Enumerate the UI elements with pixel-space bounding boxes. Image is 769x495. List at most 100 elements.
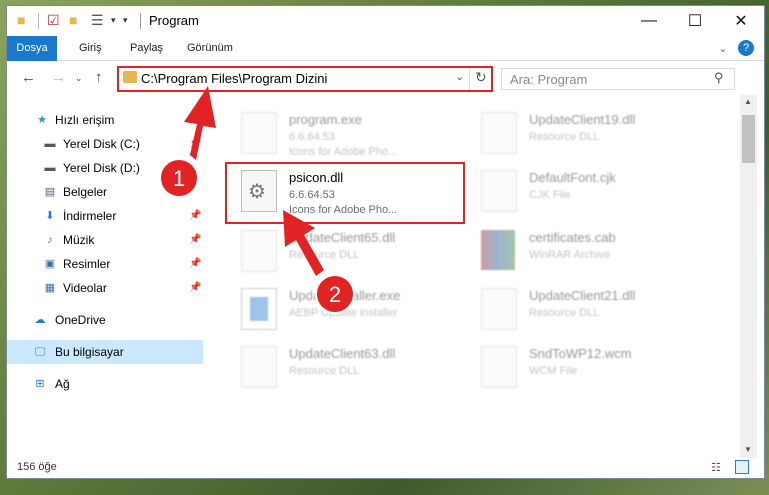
drive-icon: ▬ xyxy=(44,162,56,174)
file-item[interactable]: certificates.cab WinRAR Archive xyxy=(471,224,701,276)
sidebar-item-music[interactable]: ♪ Müzik 📌 xyxy=(7,228,203,252)
sidebar-item-quick-access[interactable]: ★ Hızlı erişim xyxy=(7,108,203,132)
file-name: DefaultFont.cjk xyxy=(529,170,616,185)
status-bar: 156 öğe ☷ xyxy=(7,458,764,478)
file-icon xyxy=(481,346,517,388)
pin-icon[interactable]: 📌 xyxy=(189,132,201,156)
highlight-box xyxy=(225,162,465,224)
new-folder-icon[interactable]: ■ xyxy=(69,12,77,28)
file-type: Resource DLL xyxy=(289,365,360,377)
scroll-up-icon[interactable]: ▲ xyxy=(744,97,752,106)
file-item[interactable]: SndToWP12.wcm WCM File xyxy=(471,340,701,392)
cloud-icon: ☁ xyxy=(34,314,46,326)
file-item[interactable]: UpdateClient63.dll Resource DLL xyxy=(231,340,461,392)
ribbon-tabs: Dosya Giriş Paylaş Görünüm ⌄ ? xyxy=(7,36,764,88)
dll-file-icon xyxy=(481,112,517,154)
file-name: UpdateClient19.dll xyxy=(529,112,636,127)
sidebar-item-label: Videolar xyxy=(63,281,107,295)
folder-icon xyxy=(123,71,137,83)
address-path: C:\Program Files\Program Dizini xyxy=(141,71,328,86)
music-icon: ♪ xyxy=(47,234,53,246)
sidebar-item-label: Ağ xyxy=(55,377,70,391)
file-item[interactable]: UpdateClient65.dll Resource DLL xyxy=(231,224,461,276)
expand-ribbon-icon[interactable]: ⌄ xyxy=(715,40,731,56)
file-name: SndToWP12.wcm xyxy=(529,346,632,361)
file-icon xyxy=(481,170,517,212)
file-description: Icons for Adobe Pho... xyxy=(289,146,398,158)
details-view-icon[interactable]: ☷ xyxy=(711,461,721,474)
scroll-down-icon[interactable]: ▼ xyxy=(744,445,752,454)
file-type: Resource DLL xyxy=(529,307,600,319)
sidebar-item-label: Resimler xyxy=(63,257,111,271)
address-bar[interactable]: C:\Program Files\Program Dizini ⌄ ↻ xyxy=(117,66,493,92)
tab-view[interactable]: Görünüm xyxy=(187,36,233,60)
exe-file-icon xyxy=(241,112,277,154)
view-menu-icon[interactable]: ☰ xyxy=(91,12,104,28)
pin-icon[interactable]: 📌 xyxy=(189,228,201,252)
dll-file-icon xyxy=(481,288,517,330)
window-title: Program xyxy=(149,13,199,28)
file-item[interactable]: UpdateInstaller.exe AEBP Update installe… xyxy=(231,282,461,334)
forward-button[interactable]: → xyxy=(51,69,66,86)
sidebar-item-pictures[interactable]: ▣ Resimler 📌 xyxy=(7,252,203,276)
sidebar-item-this-pc[interactable]: 🖵 Bu bilgisayar xyxy=(7,340,203,364)
sidebar-item-onedrive[interactable]: ☁ OneDrive xyxy=(7,308,203,332)
navigation-bar: ← → ⌄ ↑ C:\Program Files\Program Dizini … xyxy=(7,61,764,95)
file-item[interactable]: program.exe 6.6.64.53 Icons for Adobe Ph… xyxy=(231,106,461,158)
file-type: WCM File xyxy=(529,365,578,377)
file-name: certificates.cab xyxy=(529,230,616,245)
file-name: UpdateClient65.dll xyxy=(289,230,396,245)
network-icon: ⊞ xyxy=(35,378,45,390)
sidebar-item-label: Hızlı erişim xyxy=(55,113,115,127)
file-name: UpdateInstaller.exe xyxy=(289,288,401,303)
sidebar-item-label: OneDrive xyxy=(55,313,106,327)
file-name: program.exe xyxy=(289,112,362,127)
maximize-button[interactable]: ☐ xyxy=(672,6,718,36)
folder-icon: ■ xyxy=(17,12,26,28)
large-icons-view-icon[interactable] xyxy=(735,460,749,474)
pin-icon[interactable]: 📌 xyxy=(189,252,201,276)
chevron-down-icon[interactable]: ▾ xyxy=(111,12,116,28)
tab-share[interactable]: Paylaş xyxy=(130,36,163,60)
sidebar-item-label: Yerel Disk (C:) xyxy=(63,137,140,151)
pictures-icon: ▣ xyxy=(44,258,56,270)
back-button[interactable]: ← xyxy=(21,69,36,86)
dll-file-icon xyxy=(241,230,277,272)
customize-toolbar-icon[interactable]: ▾ xyxy=(123,12,128,28)
file-type: Resource DLL xyxy=(529,131,600,143)
file-type: CJK File xyxy=(529,189,571,201)
help-icon[interactable]: ? xyxy=(738,40,754,56)
sidebar-item-downloads[interactable]: ⬇ İndirmeler 📌 xyxy=(7,204,203,228)
explorer-window: ■ ☑ ■ ☰ ▾ ▾ Program — ☐ ✕ Dosya Giriş Pa… xyxy=(6,5,765,479)
sidebar-item-local-disk-d[interactable]: ▬ Yerel Disk (D:) xyxy=(7,156,203,180)
file-item[interactable]: UpdateClient21.dll Resource DLL xyxy=(471,282,701,334)
properties-icon[interactable]: ☑ xyxy=(47,12,60,28)
close-button[interactable]: ✕ xyxy=(718,6,764,36)
file-type: Resource DLL xyxy=(289,249,360,261)
address-dropdown-icon[interactable]: ⌄ xyxy=(455,70,464,83)
refresh-icon[interactable]: ↻ xyxy=(475,69,487,86)
sidebar-item-label: Müzik xyxy=(63,233,95,247)
up-button[interactable]: ↑ xyxy=(95,69,103,86)
search-input[interactable]: Ara: Program ⚲ xyxy=(501,68,735,90)
sidebar-item-label: Belgeler xyxy=(63,185,108,199)
recent-locations-button[interactable]: ⌄ xyxy=(75,73,83,84)
tab-home[interactable]: Giriş xyxy=(79,36,102,60)
minimize-button[interactable]: — xyxy=(626,6,672,36)
sidebar-item-documents[interactable]: ▤ Belgeler xyxy=(7,180,203,204)
search-icon[interactable]: ⚲ xyxy=(714,70,724,86)
sidebar-item-label: İndirmeler xyxy=(63,209,117,223)
vertical-scrollbar[interactable]: ▲ ▼ xyxy=(740,95,757,458)
scrollbar-thumb[interactable] xyxy=(742,115,755,163)
pin-icon[interactable]: 📌 xyxy=(189,276,201,300)
sidebar-item-network[interactable]: ⊞ Ağ xyxy=(7,372,203,396)
sidebar-item-videos[interactable]: ▦ Videolar 📌 xyxy=(7,276,203,300)
navigation-pane: ★ Hızlı erişim ▬ Yerel Disk (C:) 📌 ▬ Yer… xyxy=(7,100,207,454)
file-list: program.exe 6.6.64.53 Icons for Adobe Ph… xyxy=(221,100,741,456)
file-item[interactable]: UpdateClient19.dll Resource DLL xyxy=(471,106,701,158)
pin-icon[interactable]: 📌 xyxy=(189,204,201,228)
installer-icon xyxy=(241,288,277,330)
download-icon: ⬇ xyxy=(45,210,55,222)
file-item[interactable]: DefaultFont.cjk CJK File xyxy=(471,164,701,216)
sidebar-item-local-disk-c[interactable]: ▬ Yerel Disk (C:) 📌 xyxy=(7,132,203,156)
